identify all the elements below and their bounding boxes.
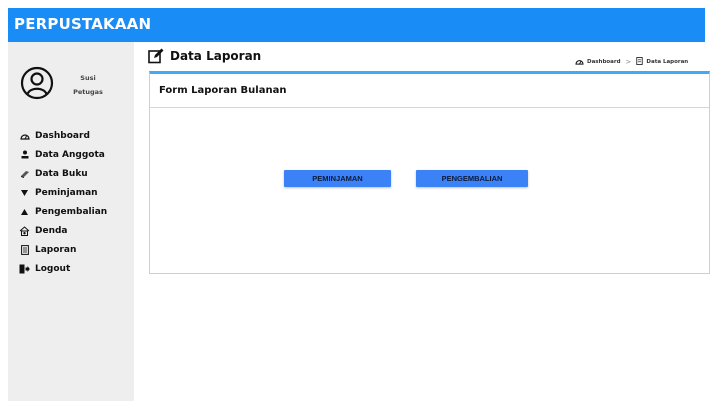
user-name: Susi <box>80 74 96 82</box>
dashboard-icon <box>575 58 587 67</box>
pengembalian-button[interactable]: PENGEMBALIAN <box>416 170 528 187</box>
triangle-down-icon <box>18 189 31 196</box>
sidebar-item-label: Dashboard <box>35 130 90 141</box>
book-icon <box>18 170 31 178</box>
sidebar-item-label: Data Anggota <box>35 149 105 160</box>
sidebar-item-data-buku[interactable]: Data Buku <box>18 164 132 183</box>
sidebar-nav: Dashboard Data Anggota Data Buku Peminja… <box>18 126 132 278</box>
sidebar-item-peminjaman[interactable]: Peminjaman <box>18 183 132 202</box>
sidebar-item-label: Data Buku <box>35 168 88 179</box>
sidebar-item-label: Pengembalian <box>35 206 108 217</box>
app-title: PERPUSTAKAAN <box>14 15 152 33</box>
sidebar-item-laporan[interactable]: Laporan <box>18 240 132 259</box>
sidebar-item-label: Logout <box>35 263 71 274</box>
sidebar-item-label: Denda <box>35 225 68 236</box>
sidebar: Susi Petugas Dashboard Data Anggota Data… <box>8 42 134 401</box>
document-icon <box>636 57 646 67</box>
sidebar-item-denda[interactable]: Denda <box>18 221 132 240</box>
breadcrumb-home[interactable]: Dashboard <box>587 59 621 65</box>
money-icon <box>18 225 31 236</box>
breadcrumb-current: Data Laporan <box>646 59 689 65</box>
avatar-icon <box>20 66 54 100</box>
sidebar-item-label: Peminjaman <box>35 187 98 198</box>
top-bar: PERPUSTAKAAN <box>8 8 705 42</box>
page-title: Data Laporan <box>170 49 262 63</box>
sidebar-item-pengembalian[interactable]: Pengembalian <box>18 202 132 221</box>
report-form-card: Form Laporan Bulanan PEMINJAMAN PENGEMBA… <box>149 71 710 274</box>
user-role: Petugas <box>73 88 103 96</box>
sidebar-item-label: Laporan <box>35 244 77 255</box>
triangle-up-icon <box>18 208 31 215</box>
chevron-right-icon: > <box>625 58 632 66</box>
sidebar-item-dashboard[interactable]: Dashboard <box>18 126 132 145</box>
dashboard-icon <box>18 132 31 140</box>
breadcrumb: Dashboard > Data Laporan <box>575 57 688 67</box>
document-icon <box>18 244 31 255</box>
sidebar-item-logout[interactable]: Logout <box>18 259 132 278</box>
sidebar-item-data-anggota[interactable]: Data Anggota <box>18 145 132 164</box>
peminjaman-button[interactable]: PEMINJAMAN <box>284 170 391 187</box>
logout-icon <box>18 264 31 274</box>
card-title: Form Laporan Bulanan <box>150 74 709 108</box>
user-icon <box>18 150 31 159</box>
edit-icon <box>148 48 164 64</box>
